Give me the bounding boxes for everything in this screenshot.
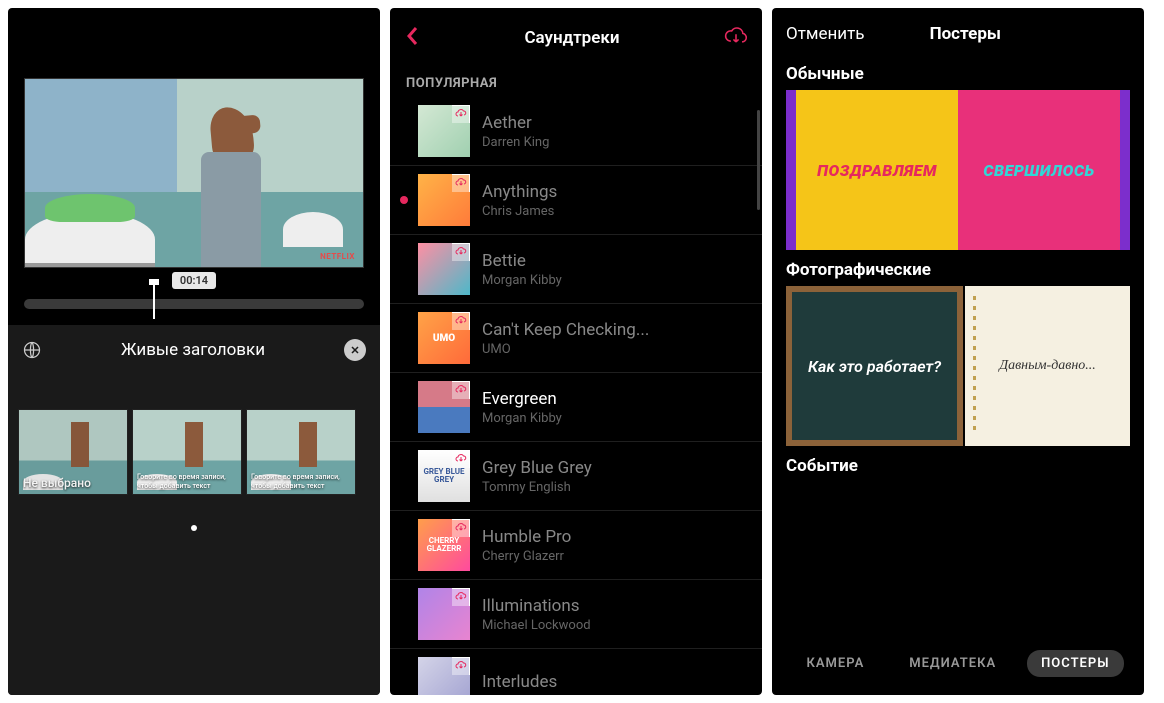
track-title: Bettie xyxy=(482,251,746,271)
poster-happened[interactable]: СВЕРШИЛОСЬ xyxy=(958,90,1130,250)
cloud-download-icon xyxy=(452,312,470,330)
variant-label: Говорите во время записи, чтобы добавить… xyxy=(137,473,237,490)
poster-row-photo: Как это работает? Давным-давно... xyxy=(786,286,1130,446)
track-row[interactable]: Aether Darren King xyxy=(390,97,762,166)
live-titles-title: Живые заголовки xyxy=(42,340,344,360)
track-artist: Chris James xyxy=(482,204,746,219)
track-artist: Morgan Kibby xyxy=(482,273,746,288)
track-row[interactable]: UMO Can't Keep Checking... UMO xyxy=(390,304,762,373)
title-variants[interactable]: Не выбрано Говорите во время записи, чтоб… xyxy=(8,369,380,525)
track-artist: UMO xyxy=(482,342,746,357)
cloud-download-icon xyxy=(452,174,470,192)
track-row[interactable]: Evergreen Morgan Kibby xyxy=(390,373,762,442)
album-art: UMO xyxy=(418,312,470,364)
track-title: Can't Keep Checking... xyxy=(482,320,746,340)
tab-media[interactable]: МЕДИАТЕКА xyxy=(895,650,1010,677)
cloud-download-icon xyxy=(452,243,470,261)
album-art xyxy=(418,588,470,640)
poster-onceupon[interactable]: Давным-давно... xyxy=(965,286,1130,446)
track-text: Can't Keep Checking... UMO xyxy=(482,320,746,357)
track-text: Anythings Chris James xyxy=(482,182,746,219)
track-artist: Morgan Kibby xyxy=(482,411,746,426)
soundtracks-header: Саундтреки xyxy=(390,8,762,66)
panel-live-titles: NETFLIX 00:14 Живые заголовки Не выбрано… xyxy=(8,8,380,695)
album-art xyxy=(418,381,470,433)
track-text: Evergreen Morgan Kibby xyxy=(482,389,746,426)
track-artist: Darren King xyxy=(482,135,746,150)
album-art xyxy=(418,105,470,157)
cloud-download-icon xyxy=(452,657,470,675)
cloud-download-icon xyxy=(452,519,470,537)
globe-icon[interactable] xyxy=(22,340,42,360)
section-photo: Фотографические xyxy=(772,252,1144,286)
poster-congrats[interactable]: ПОЗДРАВЛЯЕМ xyxy=(786,90,958,250)
section-basic: Обычные xyxy=(772,56,1144,90)
album-art: CHERRY GLAZERR xyxy=(418,519,470,571)
track-list[interactable]: Aether Darren King Anythings Chris James Bet… xyxy=(390,97,762,695)
track-text: Bettie Morgan Kibby xyxy=(482,251,746,288)
scrollbar-thumb[interactable] xyxy=(757,110,760,210)
track-text: Aether Darren King xyxy=(482,113,746,150)
close-icon[interactable] xyxy=(344,339,366,361)
variant-label: Не выбрано xyxy=(23,476,123,490)
posters-title: Постеры xyxy=(825,24,1106,44)
track-title: Humble Pro xyxy=(482,527,746,547)
posters-header: Отменить Постеры xyxy=(772,8,1144,56)
soundtracks-title: Саундтреки xyxy=(420,28,724,48)
cloud-download-icon xyxy=(452,450,470,468)
track-title: Grey Blue Grey xyxy=(482,458,746,478)
track-row[interactable]: GREY BLUE GREY Grey Blue Grey Tommy Englis… xyxy=(390,442,762,511)
live-titles-header: Живые заголовки xyxy=(8,331,380,369)
track-row[interactable]: Bettie Morgan Kibby xyxy=(390,235,762,304)
track-text: Interludes xyxy=(482,672,746,694)
timestamp-wrap: 00:14 xyxy=(8,272,380,289)
cloud-download-icon xyxy=(452,105,470,123)
panel-soundtracks: Саундтреки ПОПУЛЯРНАЯ AetherDarren KingA… xyxy=(390,8,762,695)
live-titles-sheet: Живые заголовки Не выбрано Говорите во вр… xyxy=(8,325,380,695)
tab-camera[interactable]: КАМЕРА xyxy=(792,650,878,677)
track-text: Humble Pro Cherry Glazerr xyxy=(482,527,746,564)
poster-row-basic: ПОЗДРАВЛЯЕМ СВЕРШИЛОСЬ xyxy=(786,90,1130,250)
variant-label: Говорите во время записи, чтобы добавить… xyxy=(251,473,351,490)
track-row[interactable]: Anythings Chris James xyxy=(390,166,762,235)
playhead[interactable] xyxy=(153,285,155,319)
track-title: Evergreen xyxy=(482,389,746,409)
album-art xyxy=(418,657,470,695)
back-icon[interactable] xyxy=(404,24,420,52)
tab-posters[interactable]: ПОСТЕРЫ xyxy=(1027,650,1123,677)
track-row[interactable]: Interludes xyxy=(390,649,762,695)
section-popular: ПОПУЛЯРНАЯ xyxy=(390,66,762,97)
timeline-scrubber[interactable] xyxy=(24,299,364,309)
video-preview[interactable]: NETFLIX xyxy=(24,78,364,268)
track-row[interactable]: Illuminations Michael Lockwood xyxy=(390,580,762,649)
bottom-tab-bar: КАМЕРА МЕДИАТЕКА ПОСТЕРЫ xyxy=(772,638,1144,695)
title-variant[interactable]: Говорите во время записи, чтобы добавить… xyxy=(132,409,242,495)
track-title: Aether xyxy=(482,113,746,133)
title-variant[interactable]: Не выбрано xyxy=(18,409,128,495)
posters-content[interactable]: Обычные ПОЗДРАВЛЯЕМ СВЕРШИЛОСЬ Фотографи… xyxy=(772,56,1144,638)
video-preview-wrap: NETFLIX xyxy=(8,78,380,268)
album-art xyxy=(418,243,470,295)
track-row[interactable]: CHERRY GLAZERR Humble Pro Cherry Glazerr xyxy=(390,511,762,580)
track-artist: Michael Lockwood xyxy=(482,618,746,633)
cloud-download-icon[interactable] xyxy=(724,25,748,51)
track-text: Grey Blue Grey Tommy English xyxy=(482,458,746,495)
album-art: GREY BLUE GREY xyxy=(418,450,470,502)
watermark: NETFLIX xyxy=(320,252,355,261)
panel-posters: Отменить Постеры Обычные ПОЗДРАВЛЯЕМ СВЕ… xyxy=(772,8,1144,695)
album-art xyxy=(418,174,470,226)
title-variant[interactable]: Говорите во время записи, чтобы добавить… xyxy=(246,409,356,495)
page-dot xyxy=(191,525,197,531)
track-title: Illuminations xyxy=(482,596,746,616)
cloud-download-icon xyxy=(452,381,470,399)
timestamp: 00:14 xyxy=(172,272,216,289)
track-artist: Tommy English xyxy=(482,480,746,495)
cloud-download-icon xyxy=(452,588,470,606)
poster-howworks[interactable]: Как это работает? xyxy=(786,286,963,446)
track-title: Anythings xyxy=(482,182,746,202)
track-text: Illuminations Michael Lockwood xyxy=(482,596,746,633)
track-artist: Cherry Glazerr xyxy=(482,549,746,564)
track-title: Interludes xyxy=(482,672,746,692)
section-event: Событие xyxy=(772,448,1144,482)
